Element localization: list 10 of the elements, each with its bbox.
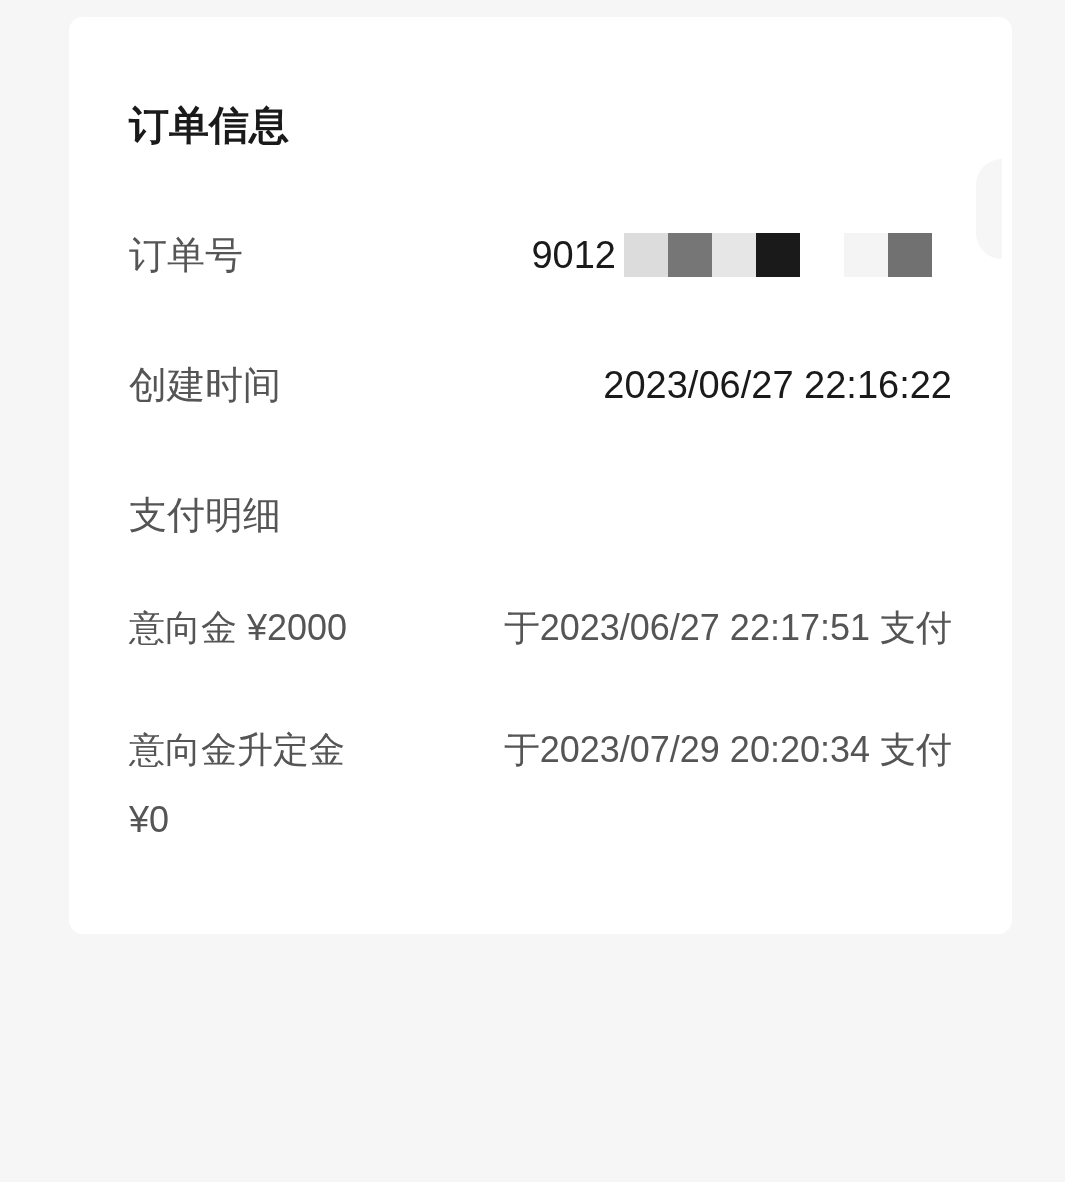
payment-value: 于2023/06/27 22:17:51 支付	[503, 611, 952, 645]
section-title: 支付明细	[129, 493, 282, 538]
field-value: 2023/06/27 22:16:22	[603, 362, 952, 408]
payment-value: 于2023/07/29 20:20:34 支付	[503, 733, 952, 767]
field-value: 9012	[531, 232, 616, 278]
field-label: 订单号	[129, 232, 243, 278]
payment-label: 意向金升定金 ¥0	[129, 728, 346, 842]
card-title: 订单信息	[129, 102, 290, 149]
field-label: 创建时间	[129, 362, 281, 408]
payment-label: 意向金 ¥2000	[129, 606, 349, 650]
